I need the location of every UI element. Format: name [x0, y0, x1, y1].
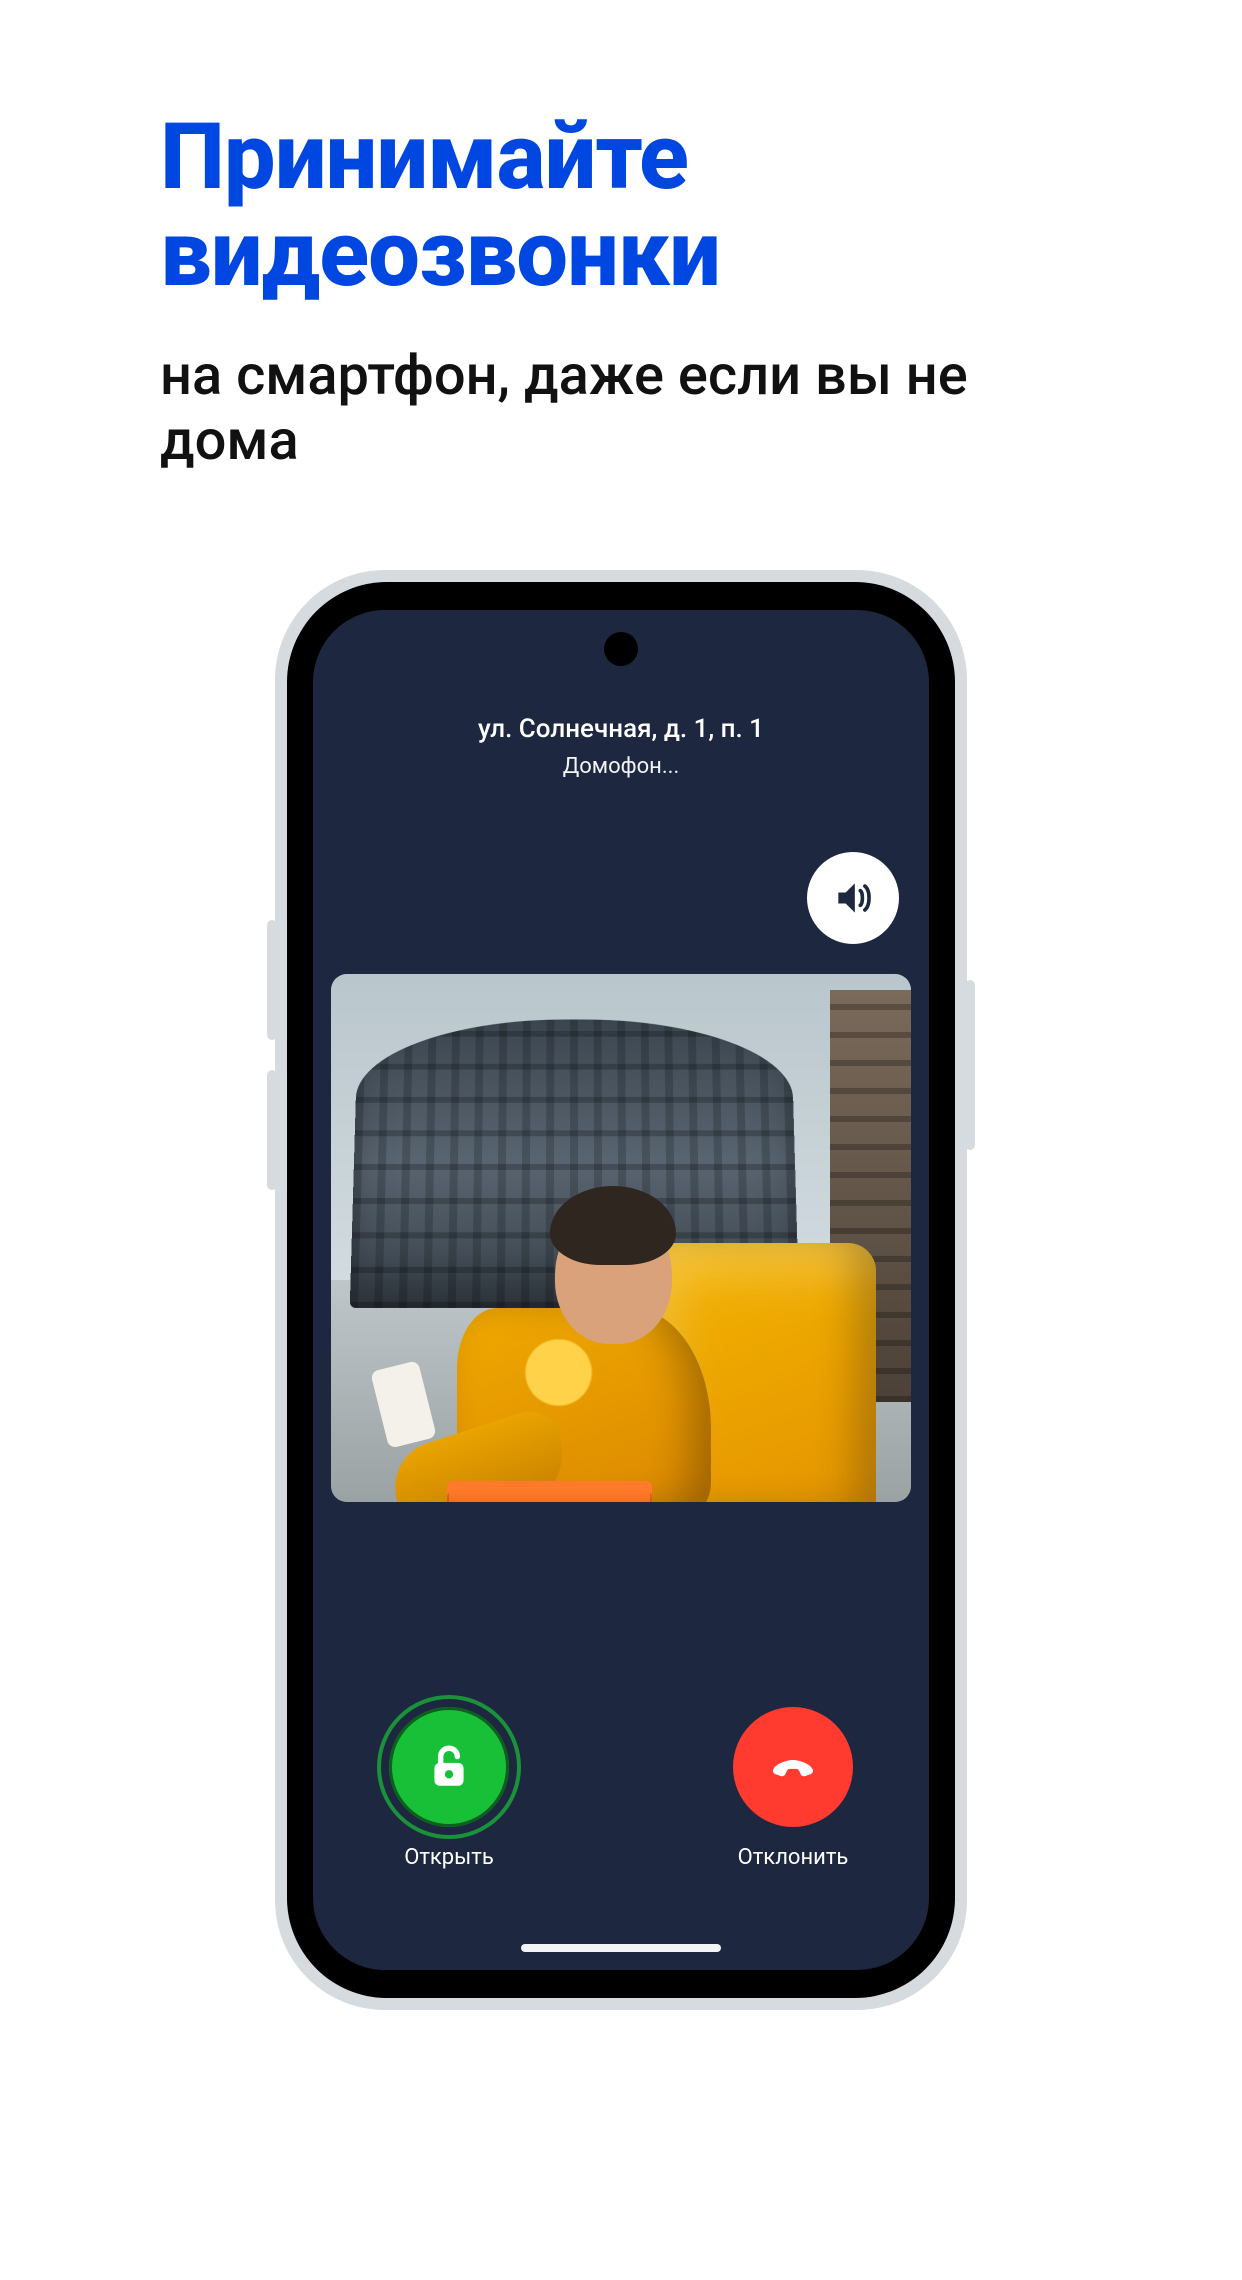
open-door-label: Открыть	[404, 1845, 494, 1870]
promo-page: Принимайте видеозвонки на смартфон, даже…	[0, 0, 1242, 2280]
headline-block: Принимайте видеозвонки на смартфон, даже…	[160, 110, 1080, 472]
call-status: Домофон...	[313, 754, 929, 779]
speaker-button[interactable]	[807, 852, 899, 944]
speaker-icon	[831, 876, 875, 920]
pulse-ring	[377, 1695, 521, 1839]
video-courier	[389, 1164, 876, 1502]
headline-title: Принимайте видеозвонки	[160, 110, 1080, 303]
open-door-button[interactable]	[389, 1707, 509, 1827]
intercom-video-preview[interactable]	[331, 974, 911, 1502]
decline-button[interactable]	[733, 1707, 853, 1827]
call-actions: Открыть Отклонить	[313, 1707, 929, 1870]
decline-action: Отклонить	[713, 1707, 873, 1870]
pizza-box	[447, 1491, 652, 1502]
open-door-action: Открыть	[369, 1707, 529, 1870]
camera-hole	[604, 632, 638, 666]
hangup-icon	[765, 1739, 821, 1795]
phone-screen: ул. Солнечная, д. 1, п. 1 Домофон...	[313, 610, 929, 1970]
decline-label: Отклонить	[738, 1845, 849, 1870]
headline-subtitle: на смартфон, даже если вы не дома	[160, 343, 1080, 472]
courier-beanie	[550, 1186, 677, 1265]
call-address: ул. Солнечная, д. 1, п. 1	[313, 714, 929, 744]
home-indicator[interactable]	[521, 1944, 721, 1952]
call-header: ул. Солнечная, д. 1, п. 1 Домофон...	[313, 714, 929, 779]
phone-mockup: ул. Солнечная, д. 1, п. 1 Домофон...	[275, 570, 967, 2010]
